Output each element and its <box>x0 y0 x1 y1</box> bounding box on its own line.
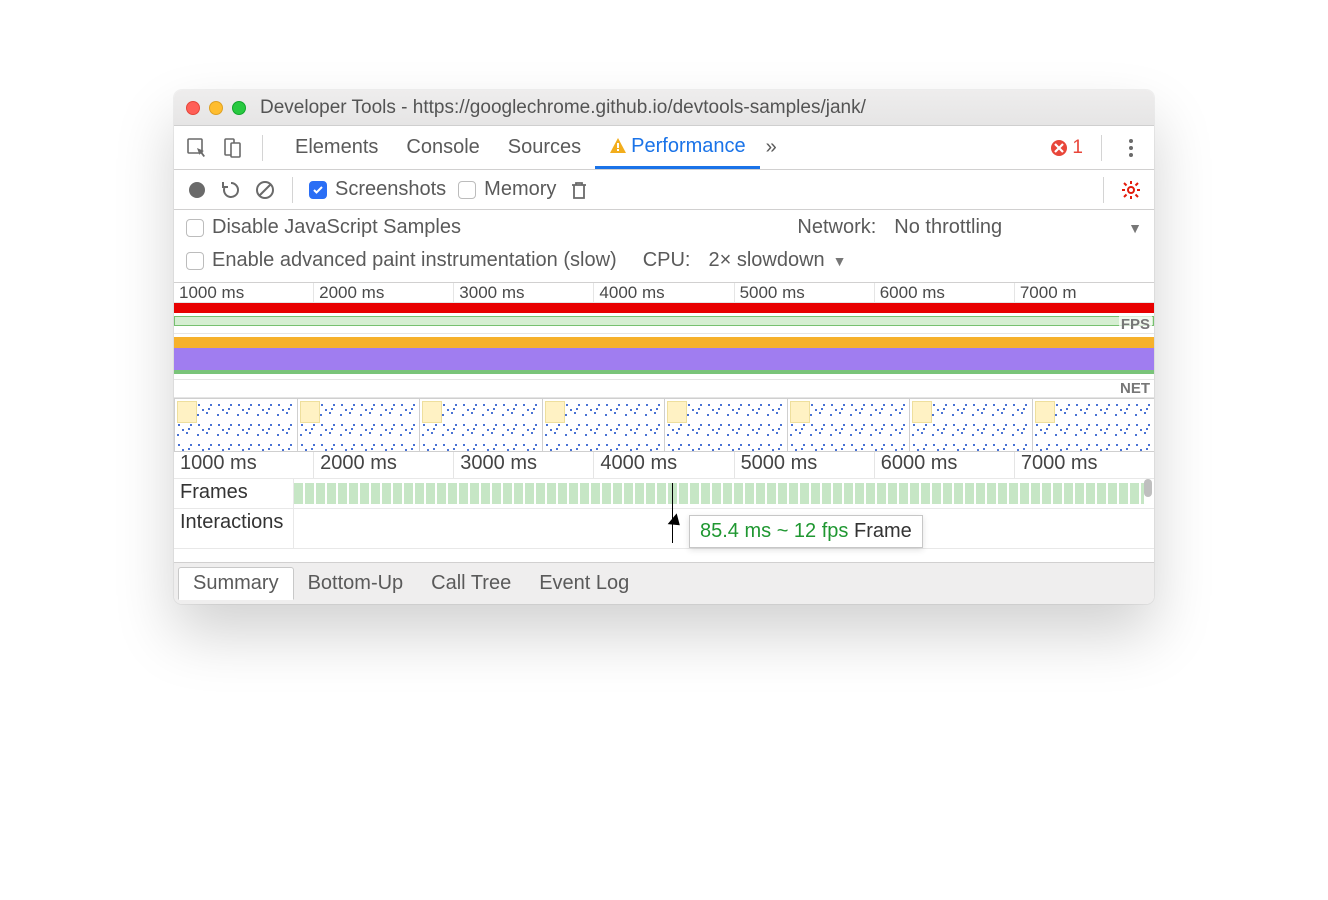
network-throttling-dropdown[interactable]: No throttling ▼ <box>894 216 1142 239</box>
separator <box>292 177 293 203</box>
frames-track-header: Frames <box>174 479 294 508</box>
ruler-tick: 3000 ms <box>453 452 593 478</box>
frames-lane[interactable] <box>294 483 1144 504</box>
net-lane: NET <box>174 380 1154 398</box>
warning-icon <box>609 137 627 155</box>
cpu-throttling-dropdown[interactable]: 2× slowdown ▼ <box>708 249 846 272</box>
ruler-tick: 2000 ms <box>313 283 453 302</box>
close-window-button[interactable] <box>186 101 200 115</box>
tab-sources[interactable]: Sources <box>494 126 595 169</box>
checkbox-icon <box>309 181 327 199</box>
screenshots-checkbox[interactable]: Screenshots <box>309 178 446 201</box>
interactions-track[interactable]: Interactions <box>174 508 1154 548</box>
inspect-icon[interactable] <box>186 137 208 159</box>
disable-js-label: Disable JavaScript Samples <box>212 216 461 239</box>
error-count: 1 <box>1072 137 1083 159</box>
network-label: Network: <box>797 216 876 239</box>
screenshot-thumb[interactable] <box>664 398 788 452</box>
screenshot-thumb[interactable] <box>909 398 1033 452</box>
checkbox-icon <box>458 181 476 199</box>
screenshot-thumb[interactable] <box>542 398 666 452</box>
fps-band <box>174 316 1154 326</box>
screenshots-label: Screenshots <box>335 178 446 201</box>
zoom-window-button[interactable] <box>232 101 246 115</box>
ruler-tick: 1000 ms <box>174 452 313 478</box>
ruler-tick: 5000 ms <box>734 283 874 302</box>
checkbox-icon <box>186 252 204 270</box>
tabs-overflow[interactable]: » <box>760 126 791 169</box>
ruler-tick: 6000 ms <box>874 283 1014 302</box>
ruler-tick: 7000 m <box>1014 283 1154 302</box>
fps-lane-label: FPS <box>1119 316 1152 333</box>
advanced-paint-checkbox[interactable]: Enable advanced paint instrumentation (s… <box>186 249 617 272</box>
capture-settings-icon[interactable] <box>1120 179 1142 201</box>
tab-console[interactable]: Console <box>392 126 493 169</box>
separator <box>262 135 263 161</box>
interactions-track-header: Interactions <box>174 509 294 548</box>
screenshot-thumb[interactable] <box>174 398 298 452</box>
memory-checkbox[interactable]: Memory <box>458 178 556 201</box>
disable-js-checkbox[interactable]: Disable JavaScript Samples <box>186 216 461 239</box>
cpu-label: CPU: <box>643 249 691 272</box>
tab-event-log[interactable]: Event Log <box>525 568 643 599</box>
ruler-tick: 6000 ms <box>874 452 1014 478</box>
tab-elements[interactable]: Elements <box>281 126 392 169</box>
separator <box>1103 177 1104 203</box>
flamechart-tracks[interactable]: Frames 85.4 ms ~ 12 fps Frame Interactio… <box>174 478 1154 562</box>
memory-label: Memory <box>484 178 556 201</box>
checkbox-icon <box>186 219 204 237</box>
cpu-lane: CPU <box>174 334 1154 380</box>
ruler-tick: 4000 ms <box>593 452 733 478</box>
device-toggle-icon[interactable] <box>222 137 244 159</box>
performance-toolbar: Screenshots Memory <box>174 170 1154 210</box>
ruler-tick: 5000 ms <box>734 452 874 478</box>
garbage-collect-icon[interactable] <box>568 179 590 201</box>
kebab-menu-icon[interactable] <box>1120 137 1142 159</box>
capture-settings-panel: Disable JavaScript Samples Network: No t… <box>174 210 1154 283</box>
tab-performance-label: Performance <box>631 135 746 158</box>
net-lane-label: NET <box>1118 380 1152 397</box>
tab-call-tree[interactable]: Call Tree <box>417 568 525 599</box>
error-count-badge[interactable]: 1 <box>1050 137 1083 159</box>
cpu-value: 2× slowdown <box>708 249 824 272</box>
clear-button[interactable] <box>254 179 276 201</box>
fps-lane: FPS <box>174 316 1154 334</box>
chevron-down-icon: ▼ <box>1128 220 1142 236</box>
panel-tabs: Elements Console Sources Performance » <box>281 126 791 169</box>
flamechart-ruler: 1000 ms 2000 ms 3000 ms 4000 ms 5000 ms … <box>174 452 1154 478</box>
screenshot-filmstrip[interactable] <box>174 398 1154 452</box>
reload-button[interactable] <box>220 179 242 201</box>
ruler-tick: 7000 ms <box>1014 452 1154 478</box>
scrollbar-thumb[interactable] <box>1144 479 1152 497</box>
main-tabbar: Elements Console Sources Performance » 1 <box>174 126 1154 170</box>
screenshot-thumb[interactable] <box>787 398 911 452</box>
screenshot-thumb[interactable] <box>297 398 421 452</box>
overview-ruler: 1000 ms 2000 ms 3000 ms 4000 ms 5000 ms … <box>174 283 1154 303</box>
tab-performance[interactable]: Performance <box>595 126 760 169</box>
screenshot-thumb[interactable] <box>419 398 543 452</box>
titlebar: Developer Tools - https://googlechrome.g… <box>174 90 1154 126</box>
minimize-window-button[interactable] <box>209 101 223 115</box>
ruler-tick: 1000 ms <box>174 283 313 302</box>
error-icon <box>1050 139 1068 157</box>
separator <box>1101 135 1102 161</box>
devtools-window: Developer Tools - https://googlechrome.g… <box>174 90 1154 604</box>
frames-track[interactable]: Frames 85.4 ms ~ 12 fps Frame <box>174 478 1154 508</box>
chevron-down-icon: ▼ <box>833 253 847 269</box>
tab-summary[interactable]: Summary <box>178 567 294 600</box>
details-tabbar: Summary Bottom-Up Call Tree Event Log <box>174 562 1154 604</box>
screenshot-thumb[interactable] <box>1032 398 1155 452</box>
cpu-chart <box>174 337 1154 374</box>
ruler-tick: 2000 ms <box>313 452 453 478</box>
long-task-bar <box>174 303 1154 313</box>
window-title: Developer Tools - https://googlechrome.g… <box>260 97 866 119</box>
tab-bottom-up[interactable]: Bottom-Up <box>294 568 418 599</box>
ruler-tick: 3000 ms <box>453 283 593 302</box>
advanced-paint-label: Enable advanced paint instrumentation (s… <box>212 249 617 272</box>
network-value: No throttling <box>894 216 1002 239</box>
overview-timeline[interactable]: 1000 ms 2000 ms 3000 ms 4000 ms 5000 ms … <box>174 283 1154 562</box>
ruler-tick: 4000 ms <box>593 283 733 302</box>
record-button[interactable] <box>186 179 208 201</box>
traffic-lights <box>186 101 246 115</box>
